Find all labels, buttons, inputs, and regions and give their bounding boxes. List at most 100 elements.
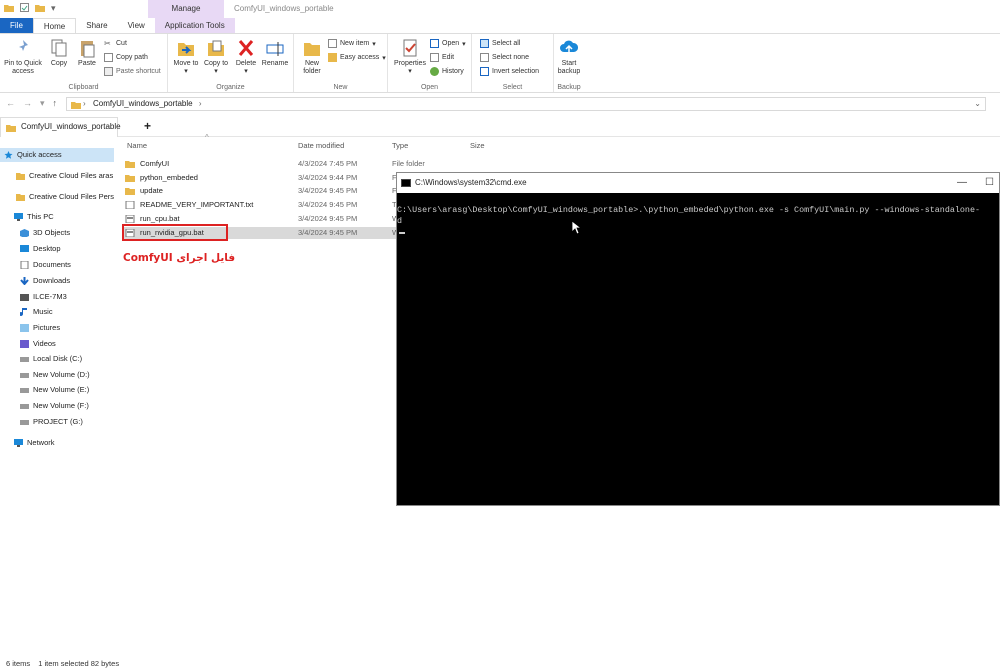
folder-icon xyxy=(6,125,16,132)
properties-icon[interactable] xyxy=(20,3,29,14)
column-type[interactable]: Type xyxy=(392,141,408,150)
back-arrow-icon[interactable]: ← xyxy=(6,98,15,109)
nav-item-documents[interactable]: Documents xyxy=(0,258,114,272)
new-item-button[interactable]: New item ▾ xyxy=(328,39,376,48)
edit-icon xyxy=(430,53,439,62)
file-row[interactable]: ComfyUI 4/3/2024 7:45 PM File folder xyxy=(122,158,425,170)
folder-icon xyxy=(71,102,81,109)
folder-icon xyxy=(125,188,135,195)
nav-item-volume-f[interactable]: New Volume (F:) xyxy=(0,399,114,413)
copy-path-button[interactable]: Copy path xyxy=(104,53,148,62)
nav-item-desktop[interactable]: Desktop xyxy=(0,242,114,256)
cut-label: Cut xyxy=(116,40,127,47)
nav-item-project-g[interactable]: PROJECT (G:) xyxy=(0,415,114,429)
tab-file[interactable]: File xyxy=(0,18,33,33)
nav-label: New Volume (E:) xyxy=(33,385,90,394)
nav-item-videos[interactable]: Videos xyxy=(0,337,114,351)
folder-tab[interactable]: ComfyUI_windows_portable xyxy=(0,117,121,137)
address-bar[interactable]: › ComfyUI_windows_portable › ⌄ xyxy=(66,97,986,111)
column-size[interactable]: Size xyxy=(470,141,485,150)
select-none-label: Select none xyxy=(492,54,529,61)
batch-file-icon xyxy=(125,215,135,223)
new-group: New folder New item ▾ Easy access ▾ New xyxy=(294,34,388,92)
open-button[interactable]: Open ▾ xyxy=(430,39,466,48)
file-date: 3/4/2024 9:44 PM xyxy=(298,173,358,182)
folder-icon[interactable] xyxy=(4,3,14,14)
select-all-button[interactable]: Select all xyxy=(480,39,520,48)
up-arrow-icon[interactable]: ↑ xyxy=(53,98,58,109)
tab-share[interactable]: Share xyxy=(76,18,117,33)
file-row[interactable]: python_embeded 3/4/2024 9:44 PM F xyxy=(122,172,397,184)
column-date[interactable]: Date modified xyxy=(298,141,344,150)
nav-label: Creative Cloud Files Perso xyxy=(29,192,114,201)
properties-button[interactable]: Properties ▾ xyxy=(390,38,430,76)
move-to-button[interactable]: Move to ▾ xyxy=(172,38,200,76)
cmd-line: d xyxy=(397,216,403,226)
tab-view[interactable]: View xyxy=(118,18,155,33)
navigation-pane: Quick access Creative Cloud Files aras C… xyxy=(0,143,116,653)
maximize-icon[interactable]: ☐ xyxy=(985,173,994,193)
paste-shortcut-icon xyxy=(104,67,113,76)
nav-item-local-disk-c[interactable]: Local Disk (C:) xyxy=(0,352,114,366)
organize-group: Move to ▾ Copy to ▾ Delete ▾ Rename Organiz… xyxy=(168,34,294,92)
scissors-icon: ✂ xyxy=(104,39,111,48)
pin-quick-access-button[interactable]: Pin to Quick access xyxy=(2,38,44,76)
tab-application-tools[interactable]: Application Tools xyxy=(154,18,235,33)
pc-icon xyxy=(14,213,23,221)
minimize-icon[interactable]: — xyxy=(957,173,967,193)
highlight-box xyxy=(122,224,228,241)
cmd-title-bar[interactable]: C:\Windows\system32\cmd.exe — ☐ xyxy=(397,173,999,193)
file-row[interactable]: update 3/4/2024 9:45 PM F xyxy=(122,185,397,197)
nav-item-creative-cloud-2[interactable]: Creative Cloud Files Perso xyxy=(0,190,114,204)
nav-item-creative-cloud-1[interactable]: Creative Cloud Files aras xyxy=(0,169,114,183)
copy-to-button[interactable]: Copy to ▾ xyxy=(202,38,230,76)
nav-item-camera[interactable]: ILCE-7M3 xyxy=(0,290,114,304)
text-file-icon xyxy=(125,201,135,209)
nav-item-music[interactable]: Music xyxy=(0,305,114,319)
invert-selection-button[interactable]: Invert selection xyxy=(480,67,539,76)
cut-button[interactable]: ✂ Cut xyxy=(104,39,127,48)
paste-button[interactable]: Paste xyxy=(74,38,100,68)
paste-shortcut-button[interactable]: Paste shortcut xyxy=(104,67,161,76)
cmd-window[interactable]: C:\Windows\system32\cmd.exe — ☐ C:\Users… xyxy=(396,172,1000,506)
new-folder-icon xyxy=(304,43,320,56)
open-group: Properties ▾ Open ▾ Edit History Open xyxy=(388,34,472,92)
status-bar: 6 items 1 item selected 82 bytes xyxy=(6,659,119,668)
move-to-label: Move to xyxy=(173,60,199,67)
nav-item-quick-access[interactable]: Quick access xyxy=(0,148,114,162)
new-folder-label: New folder xyxy=(303,60,321,75)
nav-item-3d-objects[interactable]: 3D Objects xyxy=(0,226,114,240)
file-row[interactable]: README_VERY_IMPORTANT.txt 3/4/2024 9:45 … xyxy=(122,199,397,211)
download-icon xyxy=(20,277,29,285)
nav-item-volume-d[interactable]: New Volume (D:) xyxy=(0,368,114,382)
nav-item-volume-e[interactable]: New Volume (E:) xyxy=(0,383,114,397)
ribbon-tabs: File Home Share View Application Tools xyxy=(0,18,1000,33)
file-name: update xyxy=(140,186,163,195)
start-backup-button[interactable]: Start backup xyxy=(554,38,584,76)
edit-label: Edit xyxy=(442,54,455,61)
rename-button[interactable]: Rename xyxy=(260,38,290,68)
dropdown-chevron-icon[interactable]: ⌄ xyxy=(974,98,981,110)
forward-arrow-icon[interactable]: → xyxy=(23,98,32,109)
chevron-down-icon[interactable]: ▾ xyxy=(51,3,56,14)
new-folder-icon[interactable] xyxy=(35,3,45,14)
delete-icon xyxy=(238,40,254,56)
pictures-icon xyxy=(20,324,29,332)
invert-selection-label: Invert selection xyxy=(492,68,540,75)
nav-item-this-pc[interactable]: This PC xyxy=(0,210,114,224)
selection-info: 1 item selected 82 bytes xyxy=(38,659,120,668)
delete-button[interactable]: Delete ▾ xyxy=(232,38,260,76)
nav-item-pictures[interactable]: Pictures xyxy=(0,321,114,335)
nav-item-network[interactable]: Network xyxy=(0,436,114,450)
copy-button[interactable]: Copy xyxy=(46,38,72,68)
tab-home[interactable]: Home xyxy=(32,18,77,33)
history-button[interactable]: History xyxy=(430,67,464,76)
nav-item-downloads[interactable]: Downloads xyxy=(0,274,114,288)
column-name[interactable]: Name xyxy=(127,141,147,150)
easy-access-button[interactable]: Easy access ▾ xyxy=(328,53,386,62)
new-folder-button[interactable]: New folder xyxy=(298,38,326,76)
edit-button[interactable]: Edit xyxy=(430,53,454,62)
recent-chevron-icon[interactable]: ▾ xyxy=(40,98,45,109)
select-none-button[interactable]: Select none xyxy=(480,53,529,62)
add-tab-button[interactable]: + xyxy=(144,119,151,133)
